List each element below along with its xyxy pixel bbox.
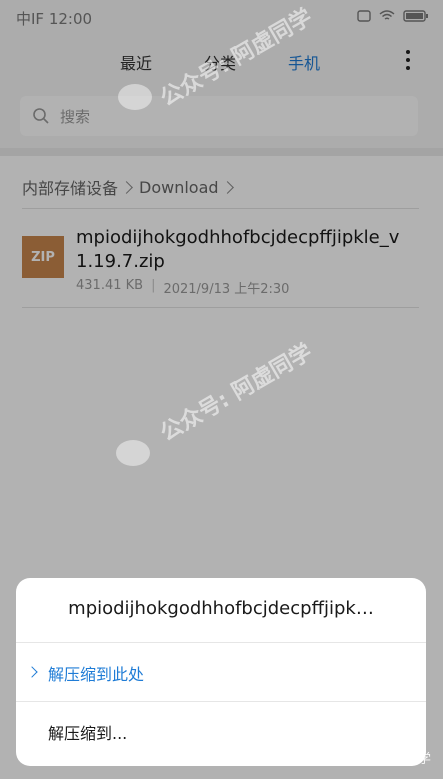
extract-here-label: 解压缩到此处 <box>48 665 145 684</box>
watermark-logo-icon <box>118 84 152 110</box>
chevron-right-icon <box>26 666 38 678</box>
watermark-logo-icon <box>116 440 150 466</box>
extract-to-label: 解压缩到... <box>48 724 128 743</box>
sheet-title: mpiodijhokgodhhofbcjdecpffjipk… <box>68 598 374 619</box>
footer-watermark: 知乎 @阿虚同学 <box>335 752 431 767</box>
extract-here-option[interactable]: 解压缩到此处 <box>16 643 426 701</box>
action-sheet: mpiodijhokgodhhofbcjdecpffjipk… 解压缩到此处 解… <box>16 578 426 766</box>
